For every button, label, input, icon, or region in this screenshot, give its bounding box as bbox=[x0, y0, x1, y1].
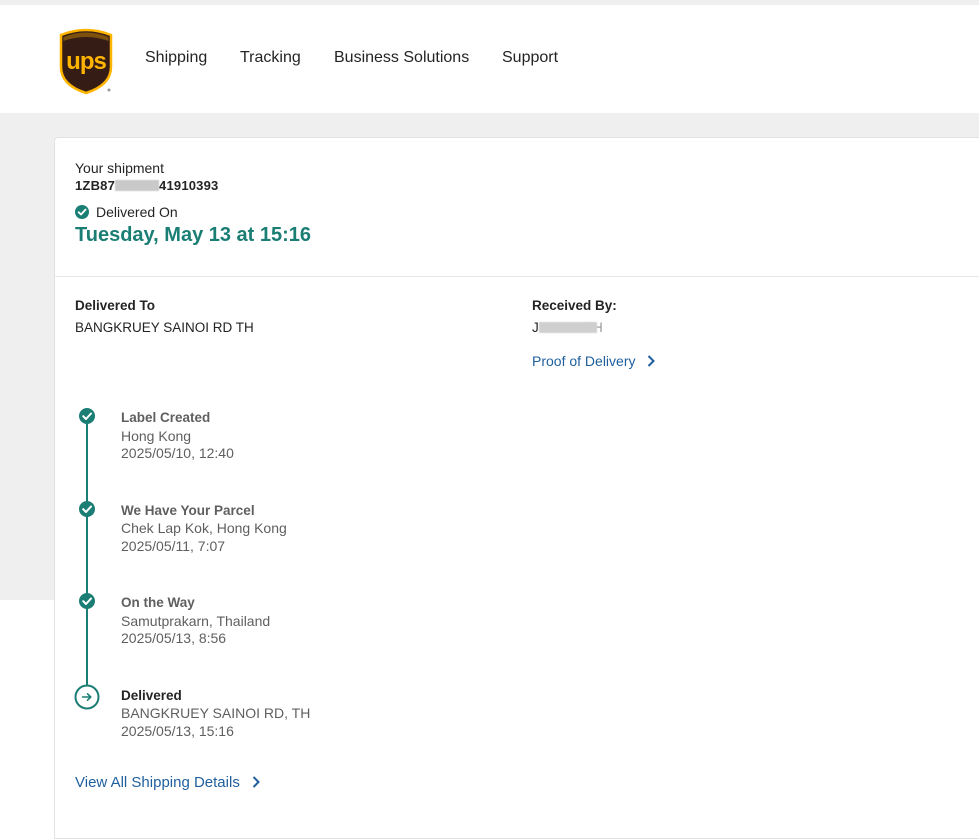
redacted-block bbox=[115, 180, 160, 191]
nav-support[interactable]: Support bbox=[502, 49, 558, 67]
proof-of-delivery-link[interactable]: Proof of Delivery bbox=[532, 353, 657, 369]
shipment-heading: Your shipment bbox=[75, 160, 164, 176]
arrow-right-circle-icon bbox=[74, 684, 100, 710]
event-datetime: 2025/05/13, 8:56 bbox=[121, 630, 227, 646]
event-datetime: 2025/05/10, 12:40 bbox=[121, 445, 234, 461]
logo-text: ups bbox=[66, 48, 106, 75]
chevron-right-icon bbox=[252, 776, 260, 788]
ups-shield-icon: ups bbox=[59, 28, 113, 95]
tracking-prefix: 1ZB87 bbox=[75, 178, 116, 193]
event-location: BANGKRUEY SAINOI RD, TH bbox=[121, 705, 311, 721]
chevron-right-icon bbox=[648, 355, 656, 367]
nav-shipping[interactable]: Shipping bbox=[145, 49, 207, 67]
event-location: Hong Kong bbox=[121, 428, 192, 444]
ups-logo[interactable]: ups bbox=[57, 27, 115, 95]
received-by-label: Received By: bbox=[532, 298, 617, 313]
site-header: ups Shipping Tracking Business Solutions… bbox=[0, 5, 979, 113]
check-icon bbox=[79, 408, 95, 424]
event-location: Samutprakarn, Thailand bbox=[121, 613, 271, 629]
check-icon bbox=[79, 501, 95, 517]
tracking-number[interactable]: 1ZB87 41910393 bbox=[75, 178, 218, 193]
view-all-shipping-details-link[interactable]: View All Shipping Details bbox=[75, 774, 262, 791]
event-location: Chek Lap Kok, Hong Kong bbox=[121, 520, 287, 536]
status-label: Delivered On bbox=[96, 204, 178, 220]
section-divider bbox=[55, 276, 979, 277]
received-by-value: JTH bbox=[532, 320, 603, 335]
timeline-line bbox=[86, 416, 88, 698]
delivered-to-label: Delivered To bbox=[75, 298, 156, 313]
shipment-card: Your shipment 1ZB87 41910393 Delivered On… bbox=[54, 137, 979, 839]
proof-of-delivery-label: Proof of Delivery bbox=[532, 353, 636, 369]
event-datetime: 2025/05/11, 7:07 bbox=[121, 538, 226, 554]
event-title: Label Created bbox=[121, 410, 211, 425]
event-title: On the Way bbox=[121, 595, 195, 610]
view-all-label: View All Shipping Details bbox=[75, 774, 240, 791]
redacted-block bbox=[538, 322, 597, 333]
tracking-suffix: 41910393 bbox=[159, 178, 219, 193]
received-by-prefix: J bbox=[532, 320, 539, 335]
nav-tracking[interactable]: Tracking bbox=[240, 49, 301, 67]
event-datetime: 2025/05/13, 15:16 bbox=[121, 723, 234, 739]
delivered-date: Tuesday, May 13 at 15:16 bbox=[75, 224, 312, 246]
event-title: Delivered bbox=[121, 688, 182, 703]
nav-business-solutions[interactable]: Business Solutions bbox=[334, 49, 469, 67]
event-title: We Have Your Parcel bbox=[121, 503, 255, 518]
delivered-to-value: BANGKRUEY SAINOI RD TH bbox=[75, 320, 254, 335]
delivered-check-icon bbox=[75, 205, 89, 219]
check-icon bbox=[79, 593, 95, 609]
